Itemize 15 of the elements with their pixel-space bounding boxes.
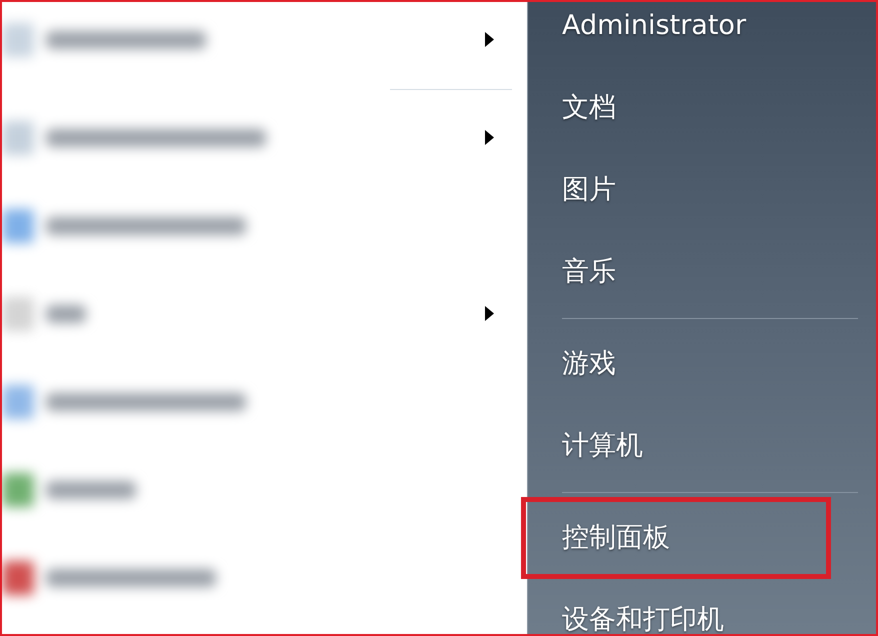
menu-item[interactable]: 计算机 bbox=[562, 426, 643, 466]
blurred-entry[interactable] bbox=[2, 294, 86, 334]
blurred-entry[interactable] bbox=[2, 206, 246, 246]
blurred-entry[interactable] bbox=[2, 470, 136, 510]
menu-item[interactable]: 文档 bbox=[562, 88, 616, 128]
blurred-entry[interactable] bbox=[2, 558, 216, 598]
menu-item[interactable]: 设备和打印机 bbox=[562, 600, 724, 634]
blurred-entry[interactable] bbox=[2, 20, 206, 60]
menu-item[interactable]: 音乐 bbox=[562, 252, 616, 292]
blurred-entry[interactable] bbox=[2, 382, 246, 422]
menu-item[interactable]: 图片 bbox=[562, 170, 616, 210]
menu-item[interactable]: Administrator bbox=[562, 6, 746, 46]
menu-item[interactable]: 游戏 bbox=[562, 344, 616, 384]
menu-item[interactable]: 控制面板 bbox=[562, 518, 670, 558]
blurred-entry[interactable] bbox=[2, 118, 266, 158]
